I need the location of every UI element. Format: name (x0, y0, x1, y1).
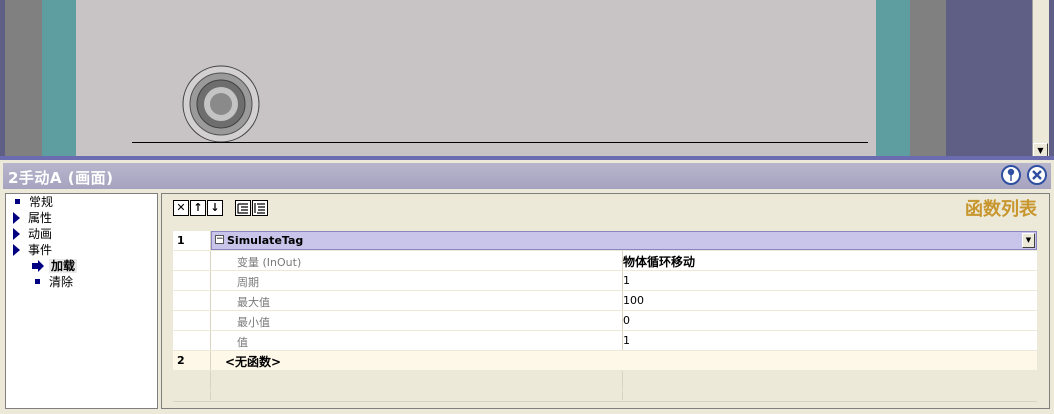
parameter-row[interactable]: 最大值 100 (173, 291, 1037, 312)
screen-canvas[interactable] (76, 0, 876, 158)
parameter-name: 周期 (237, 276, 259, 289)
row-index (173, 291, 211, 310)
parameter-cell[interactable]: 最大值 100 (211, 291, 1037, 310)
tree-item-label: 清除 (49, 275, 74, 289)
column-divider (622, 371, 623, 390)
right-teal-strip (876, 0, 910, 158)
tree-item-load[interactable]: 加载 (32, 259, 78, 274)
parameter-cell[interactable]: 最小值 0 (211, 311, 1037, 330)
row-index: 1 (173, 231, 211, 250)
empty-cell (211, 371, 1037, 390)
parameter-cell[interactable]: 值 1 (211, 331, 1037, 350)
window-title: 2手动A (画面) (8, 169, 114, 187)
list-icon[interactable] (252, 200, 268, 216)
row-index (173, 371, 211, 390)
toolbar-group-2 (235, 200, 269, 216)
right-gray-strip (910, 0, 946, 158)
row-index (173, 391, 211, 400)
empty-cell (211, 391, 1037, 400)
empty-row (173, 391, 1037, 402)
move-down-icon[interactable]: ↓ (207, 200, 223, 216)
tree-item-events[interactable]: 事件 (13, 243, 52, 258)
function-row[interactable]: 2 <无函数> (173, 351, 1037, 372)
parameter-name: 值 (237, 336, 248, 349)
parameter-row[interactable]: 变量 (InOut) 物体循环移动 (173, 251, 1037, 272)
tree-item-label: 动画 (28, 227, 53, 241)
tree-item-label: 事件 (28, 243, 53, 257)
tree-item-properties[interactable]: 属性 (13, 211, 52, 226)
selected-arrow-icon (32, 259, 44, 272)
row-index (173, 331, 211, 350)
parameter-value[interactable]: 1 (623, 274, 630, 287)
parameter-name: 最大值 (237, 296, 270, 309)
row-index (173, 311, 211, 330)
parameter-value[interactable]: 0 (623, 314, 630, 327)
properties-window: 2手动A (画面) 常规 属性 动画 事件 加载 清除 ✕ ↑ ↓ 函数列表 1… (0, 160, 1054, 414)
parameter-name: 最小值 (237, 316, 270, 329)
pin-icon[interactable] (1001, 165, 1021, 185)
function-cell[interactable]: − SimulateTag ▼ (211, 231, 1037, 250)
tree-item-clear[interactable]: 清除 (35, 275, 73, 290)
empty-row (173, 371, 1037, 392)
tree-item-label: 加载 (49, 259, 78, 273)
collapse-icon[interactable]: − (215, 235, 224, 244)
row-index: 2 (173, 351, 211, 370)
round-button-object[interactable] (182, 65, 260, 143)
parameter-value[interactable]: 物体循环移动 (623, 253, 695, 270)
parameter-row[interactable]: 最小值 0 (173, 311, 1037, 332)
tree-item-label: 属性 (28, 211, 53, 225)
function-list-panel: ✕ ↑ ↓ 函数列表 1 − SimulateTag ▼ 变量 (InOut) … (161, 193, 1050, 409)
function-name: SimulateTag (227, 234, 304, 247)
column-divider (622, 391, 623, 400)
expand-arrow-icon[interactable] (13, 243, 20, 256)
move-up-icon[interactable]: ↑ (190, 200, 206, 216)
tree-item-label: 常规 (29, 195, 54, 209)
parameter-row[interactable]: 值 1 (173, 331, 1037, 352)
toolbar-group-1: ✕ ↑ ↓ (173, 200, 224, 216)
function-list-title: 函数列表 (965, 199, 1037, 220)
properties-titlebar[interactable]: 2手动A (画面) (3, 163, 1051, 189)
function-row[interactable]: 1 − SimulateTag ▼ (173, 231, 1037, 252)
bullet-icon (35, 279, 40, 284)
event-tree: 常规 属性 动画 事件 加载 清除 (5, 193, 158, 409)
chevron-down-icon[interactable]: ▼ (1022, 233, 1035, 248)
function-cell[interactable]: <无函数> (211, 351, 1037, 370)
indent-icon[interactable] (235, 200, 251, 216)
expand-arrow-icon[interactable] (13, 227, 20, 240)
left-teal-strip (42, 0, 76, 158)
bullet-icon (15, 199, 20, 204)
row-index (173, 271, 211, 290)
row-index (173, 251, 211, 270)
parameter-cell[interactable]: 周期 1 (211, 271, 1037, 290)
tree-item-animation[interactable]: 动画 (13, 227, 52, 242)
parameter-name: 变量 (InOut) (237, 256, 302, 269)
delete-icon[interactable]: ✕ (173, 200, 189, 216)
function-name: <无函数> (225, 355, 282, 369)
tree-item-general[interactable]: 常规 (15, 195, 53, 210)
parameter-cell[interactable]: 变量 (InOut) 物体循环移动 (211, 251, 1037, 270)
horizontal-line-object[interactable] (132, 142, 868, 143)
vertical-scrollbar[interactable]: ▼ (1032, 0, 1049, 158)
parameter-row[interactable]: 周期 1 (173, 271, 1037, 292)
expand-arrow-icon[interactable] (13, 211, 20, 224)
screen-canvas-area: ▼ (0, 0, 1054, 158)
parameter-value[interactable]: 100 (623, 294, 644, 307)
close-icon[interactable] (1027, 165, 1047, 185)
parameter-value[interactable]: 1 (623, 334, 630, 347)
left-gray-strip (5, 0, 42, 158)
